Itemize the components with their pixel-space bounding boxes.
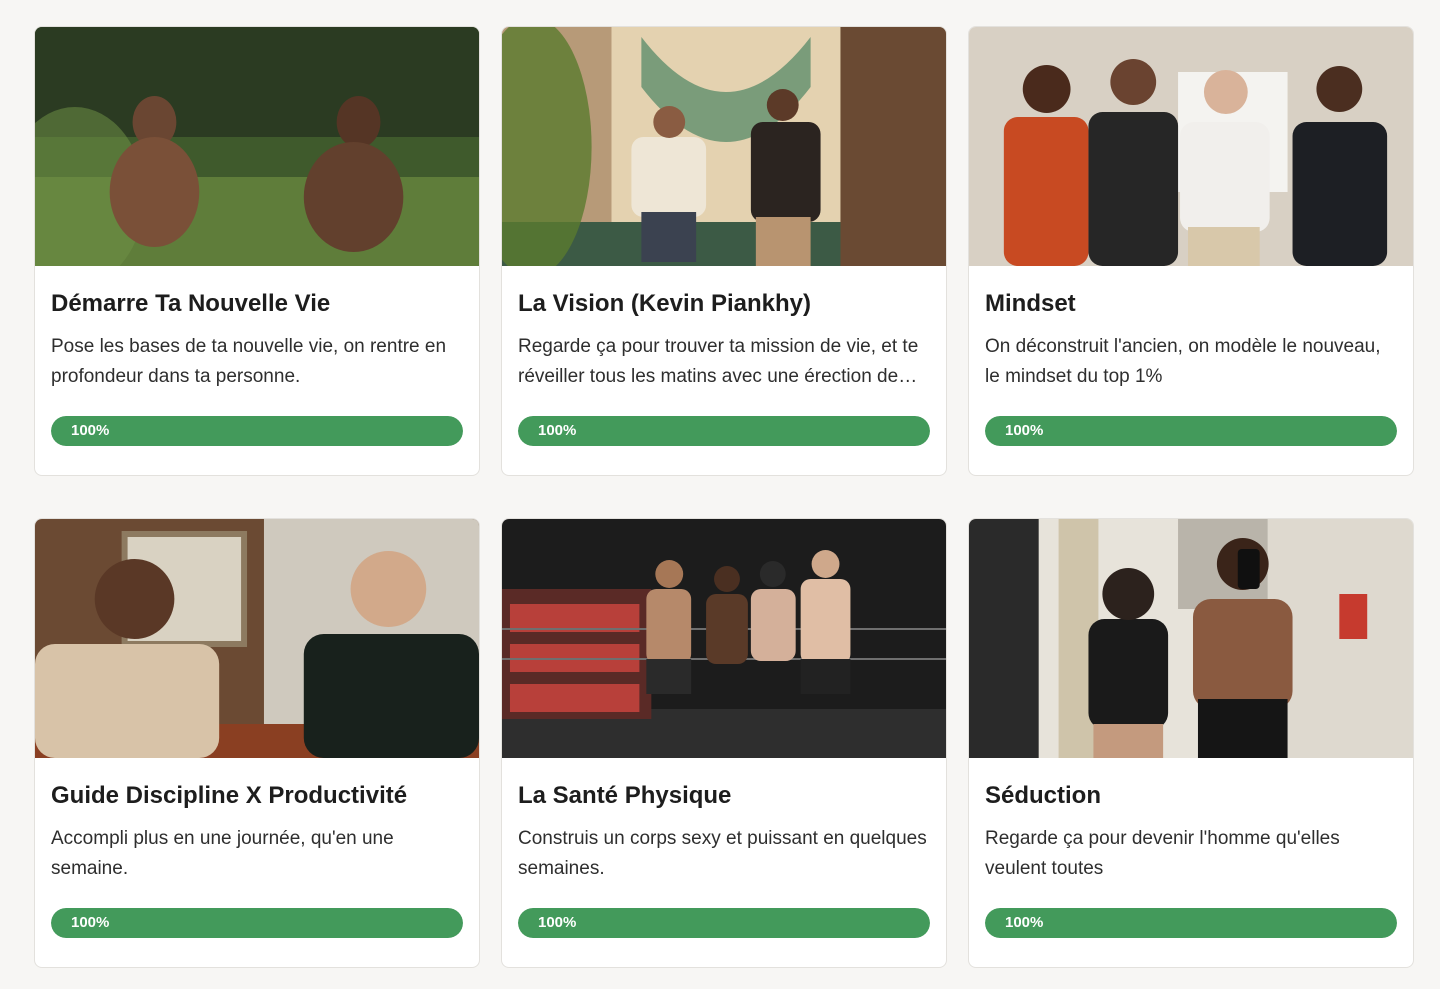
- progress-fill: [51, 416, 463, 446]
- progress-fill: [985, 908, 1397, 938]
- progress-label: 100%: [1005, 914, 1044, 931]
- course-description: Construis un corps sexy et puissant en q…: [518, 828, 927, 879]
- progress-bar: 100%: [51, 416, 463, 446]
- course-title: Mindset: [985, 290, 1076, 317]
- course-thumbnail[interactable]: [502, 27, 946, 266]
- progress-label: 100%: [71, 914, 110, 931]
- progress-label: 100%: [71, 422, 110, 439]
- course-title: Séduction: [985, 782, 1102, 809]
- course-title: La Vision (Kevin Piankhy): [518, 290, 811, 317]
- progress-fill: [51, 908, 463, 938]
- course-description: Pose les bases de ta nouvelle vie, on re…: [51, 336, 447, 387]
- course-description: Regarde ça pour trouver ta mission de vi…: [518, 336, 919, 387]
- course-card[interactable]: La Santé Physique Construis un corps sex…: [501, 518, 947, 968]
- course-title: La Santé Physique: [518, 782, 732, 809]
- course-card[interactable]: Mindset On déconstruit l'ancien, on modè…: [968, 26, 1414, 476]
- progress-bar: 100%: [518, 908, 930, 938]
- course-description: Accompli plus en une journée, qu'en une …: [51, 828, 394, 879]
- course-thumbnail[interactable]: [969, 27, 1413, 266]
- progress-label: 100%: [538, 914, 577, 931]
- progress-label: 100%: [1005, 422, 1044, 439]
- progress-fill: [518, 416, 930, 446]
- progress-bar: 100%: [985, 908, 1397, 938]
- course-title: Guide Discipline X Productivité: [51, 782, 408, 809]
- course-thumbnail[interactable]: [969, 519, 1413, 758]
- course-description: Regarde ça pour devenir l'homme qu'elles…: [985, 828, 1340, 879]
- course-thumbnail[interactable]: [35, 27, 479, 266]
- course-card[interactable]: Démarre Ta Nouvelle Vie Pose les bases d…: [34, 26, 480, 476]
- progress-bar: 100%: [985, 416, 1397, 446]
- course-title: Démarre Ta Nouvelle Vie: [51, 290, 331, 317]
- progress-fill: [518, 908, 930, 938]
- progress-bar: 100%: [518, 416, 930, 446]
- course-card[interactable]: Séduction Regarde ça pour devenir l'homm…: [968, 518, 1414, 968]
- course-thumbnail[interactable]: [502, 519, 946, 758]
- progress-fill: [985, 416, 1397, 446]
- course-card[interactable]: La Vision (Kevin Piankhy) Regarde ça pou…: [501, 26, 947, 476]
- course-thumbnail[interactable]: [35, 519, 479, 758]
- course-card[interactable]: Guide Discipline X Productivité Accompli…: [34, 518, 480, 968]
- progress-bar: 100%: [51, 908, 463, 938]
- progress-label: 100%: [538, 422, 577, 439]
- course-description: On déconstruit l'ancien, on modèle le no…: [985, 336, 1381, 387]
- course-grid: Démarre Ta Nouvelle Vie Pose les bases d…: [34, 26, 1414, 968]
